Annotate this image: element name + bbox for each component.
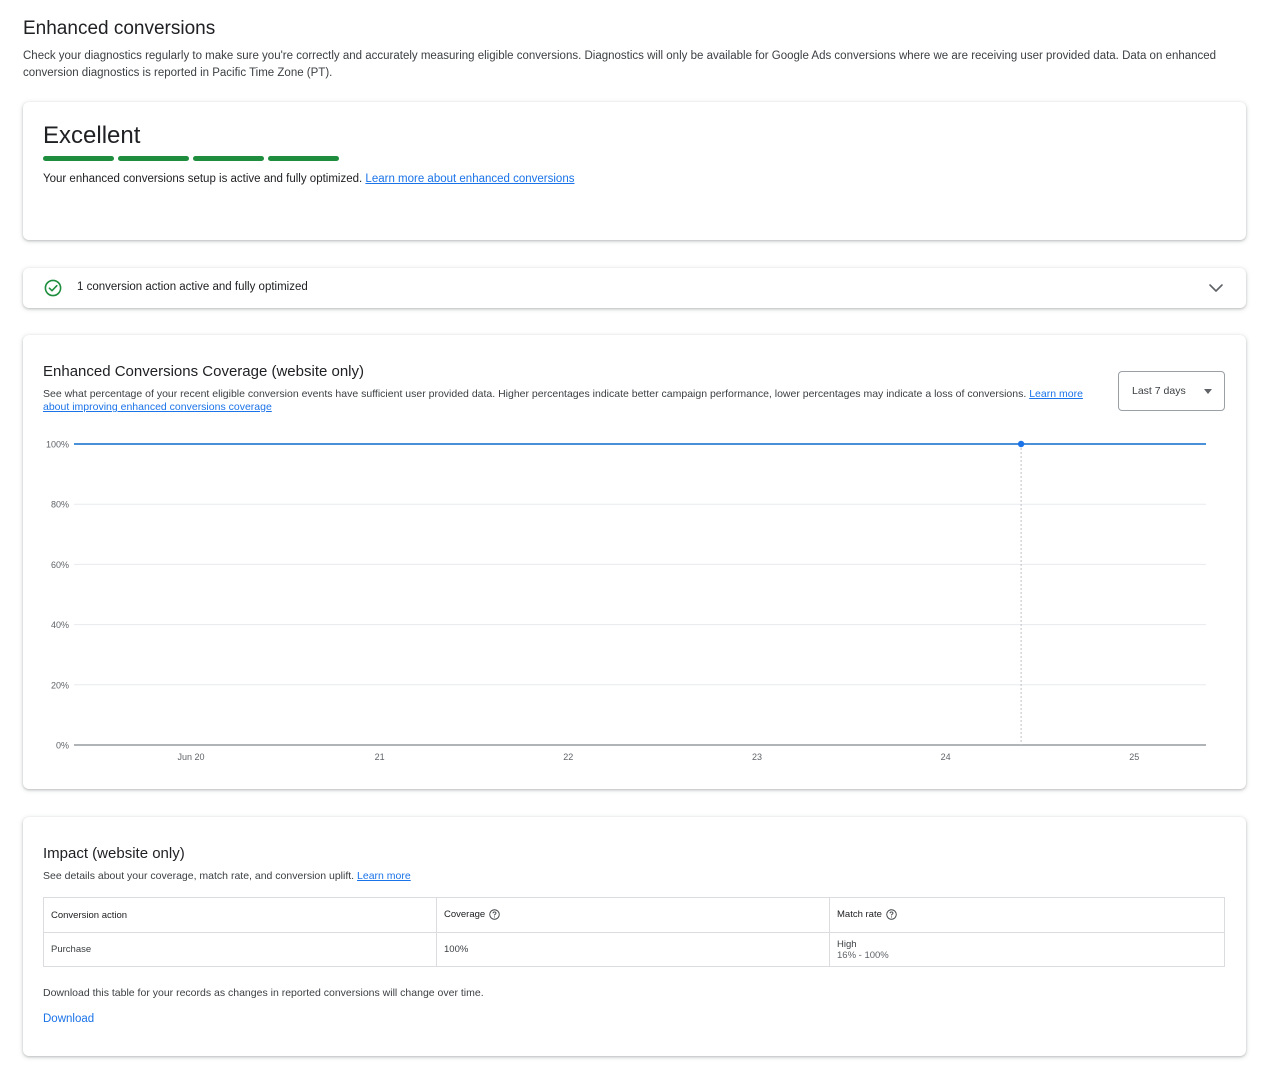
coverage-title: Enhanced Conversions Coverage (website o… bbox=[43, 363, 365, 380]
highlight-point bbox=[1017, 440, 1025, 448]
header-conversion-action: Conversion action bbox=[43, 897, 437, 933]
chevron-down-icon[interactable] bbox=[1208, 281, 1224, 295]
status-title: Excellent bbox=[43, 122, 141, 149]
x-tick-label: 24 bbox=[941, 752, 951, 762]
date-range-label: Last 7 days bbox=[1132, 385, 1186, 397]
download-note: Download this table for your records as … bbox=[43, 987, 484, 999]
y-tick-label: 100% bbox=[46, 440, 69, 450]
match-rate-value: High bbox=[837, 938, 857, 950]
y-tick-label: 80% bbox=[51, 500, 69, 510]
status-bar-segment bbox=[43, 156, 114, 161]
table-row: Purchase 100% High 16% - 100% bbox=[43, 932, 1225, 967]
status-level-bars bbox=[43, 156, 339, 161]
conversion-actions-expander[interactable]: 1 conversion action active and fully opt… bbox=[23, 268, 1246, 308]
y-tick-label: 40% bbox=[51, 620, 69, 630]
help-icon[interactable] bbox=[489, 909, 500, 921]
page-title: Enhanced conversions bbox=[23, 18, 216, 39]
date-range-select[interactable]: Last 7 days bbox=[1118, 371, 1225, 411]
header-label: Match rate bbox=[837, 909, 882, 921]
cell-conversion-action: Purchase bbox=[43, 932, 437, 967]
conversion-actions-summary: 1 conversion action active and fully opt… bbox=[77, 281, 308, 293]
y-tick-label: 20% bbox=[51, 680, 69, 690]
dropdown-arrow-icon bbox=[1204, 389, 1212, 394]
x-tick-label: Jun 20 bbox=[177, 752, 204, 762]
cell-coverage: 100% bbox=[436, 932, 830, 967]
page-description: Check your diagnostics regularly to make… bbox=[23, 50, 1217, 79]
coverage-card: Enhanced Conversions Coverage (website o… bbox=[23, 335, 1246, 789]
impact-title: Impact (website only) bbox=[43, 845, 185, 862]
status-bar-segment bbox=[268, 156, 339, 161]
header-label: Conversion action bbox=[51, 909, 128, 921]
table-header-row: Conversion action Coverage Match rate bbox=[43, 897, 1225, 933]
impact-description-text: See details about your coverage, match r… bbox=[43, 870, 355, 882]
x-tick-label: 22 bbox=[563, 752, 573, 762]
coverage-description-text: See what percentage of your recent eligi… bbox=[43, 388, 1027, 400]
coverage-chart: 100% 80% 60% 40% 20% 0% Jun 20 21 22 23 24 25 bbox=[46, 440, 1206, 762]
y-tick-label: 0% bbox=[56, 741, 69, 751]
help-icon[interactable] bbox=[886, 909, 897, 921]
status-message-text: Your enhanced conversions setup is activ… bbox=[43, 173, 363, 185]
x-tick-label: 25 bbox=[1129, 752, 1139, 762]
learn-more-impact-link[interactable]: Learn more bbox=[357, 870, 411, 882]
status-bar-segment bbox=[118, 156, 189, 161]
status-card: Excellent Your enhanced conversions setu… bbox=[23, 102, 1246, 240]
impact-card: Impact (website only) See details about … bbox=[23, 817, 1246, 1056]
x-tick-label: 23 bbox=[752, 752, 762, 762]
learn-more-enhanced-link[interactable]: Learn more about enhanced conversions bbox=[365, 173, 574, 185]
y-tick-label: 60% bbox=[51, 560, 69, 570]
coverage-description: See what percentage of your recent eligi… bbox=[43, 388, 1098, 414]
status-message: Your enhanced conversions setup is activ… bbox=[43, 173, 574, 185]
header-match-rate: Match rate bbox=[829, 897, 1225, 933]
download-button[interactable]: Download bbox=[43, 1013, 94, 1025]
impact-table: Conversion action Coverage Match rate Pu… bbox=[43, 897, 1225, 967]
cell-match-rate: High 16% - 100% bbox=[829, 932, 1225, 967]
check-circle-icon bbox=[44, 279, 62, 297]
header-label: Coverage bbox=[444, 909, 486, 921]
header-coverage: Coverage bbox=[436, 897, 830, 933]
impact-description: See details about your coverage, match r… bbox=[43, 870, 411, 882]
x-tick-label: 21 bbox=[375, 752, 385, 762]
status-bar-segment bbox=[193, 156, 264, 161]
match-rate-range: 16% - 100% bbox=[837, 949, 889, 961]
